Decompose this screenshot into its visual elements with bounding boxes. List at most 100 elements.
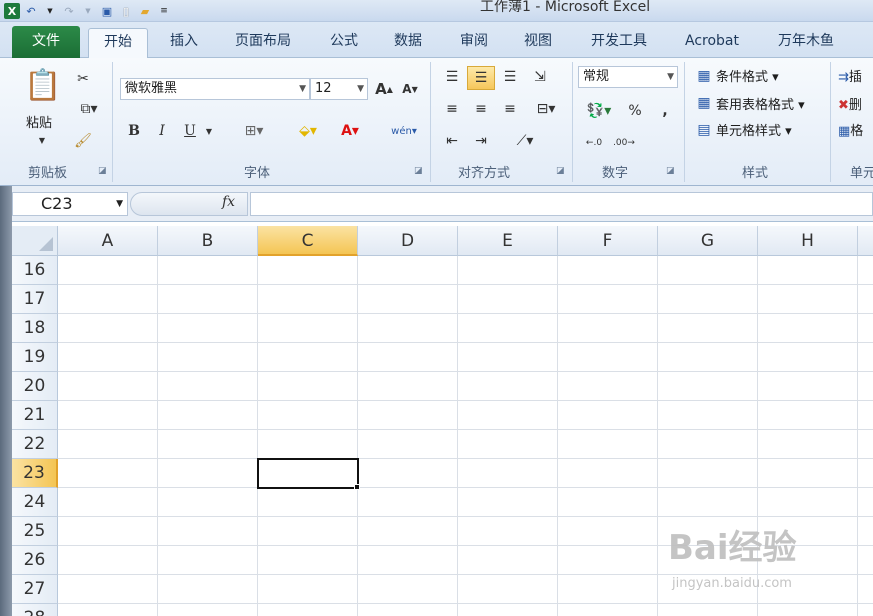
paste-button[interactable]: 粘贴 (26, 112, 52, 131)
row-header-22[interactable]: 22 (12, 430, 58, 459)
tab-view[interactable]: 视图 (510, 28, 566, 58)
row-header-24[interactable]: 24 (12, 488, 58, 517)
format-painter-icon[interactable]: 🖌 (72, 130, 94, 152)
excel-logo-icon[interactable]: X (4, 3, 20, 19)
column-header-f[interactable]: F (558, 226, 658, 256)
phonetic-label: wén (391, 125, 412, 137)
copy-icon[interactable]: ⧉▾ (72, 98, 106, 120)
wrap-text-icon[interactable]: ⇲ (528, 66, 552, 88)
row-header-20[interactable]: 20 (12, 372, 58, 401)
align-top-icon[interactable]: ☰ (440, 66, 464, 88)
grow-font-button[interactable]: A ▲ (374, 78, 394, 100)
align-right-icon[interactable]: ≡ (498, 98, 522, 120)
alignment-launcher-icon[interactable]: ◪ (556, 166, 565, 176)
insert-cells-button[interactable]: ⇉插 (838, 66, 862, 85)
customize-qat-icon[interactable]: ≡ (156, 3, 172, 19)
percent-style-button[interactable]: % (624, 100, 646, 122)
row-header-23[interactable]: 23 (12, 459, 58, 488)
column-header-c[interactable]: C (258, 226, 358, 256)
paste-icon[interactable]: 📋 (24, 66, 62, 104)
fill-handle[interactable] (354, 484, 360, 490)
save-icon[interactable]: ▣ (99, 3, 115, 19)
row-header-17[interactable]: 17 (12, 285, 58, 314)
number-launcher-icon[interactable]: ◪ (666, 166, 675, 176)
tab-wannian-muyu[interactable]: 万年木鱼 (764, 28, 848, 58)
increase-decimal-icon[interactable]: ←.0 (582, 132, 606, 154)
row-header-27[interactable]: 27 (12, 575, 58, 604)
tab-acrobat[interactable]: Acrobat (676, 28, 748, 58)
row-header-25[interactable]: 25 (12, 517, 58, 546)
undo-icon[interactable]: ↶ (23, 3, 39, 19)
cell-styles-icon[interactable]: ▤ (694, 120, 714, 140)
font-size-combo[interactable]: 12 ▼ (310, 78, 368, 100)
format-as-table-icon[interactable]: ▦ (694, 93, 714, 113)
row-header-26[interactable]: 26 (12, 546, 58, 575)
comma-style-button[interactable]: , (654, 100, 676, 122)
row-header-18[interactable]: 18 (12, 314, 58, 343)
align-middle-icon[interactable]: ☰ (467, 66, 495, 90)
bold-button[interactable]: B (124, 120, 144, 142)
insert-function-icon[interactable]: fx (222, 194, 235, 210)
row-header-21[interactable]: 21 (12, 401, 58, 430)
row-header-19[interactable]: 19 (12, 343, 58, 372)
column-header-partial[interactable] (858, 226, 873, 256)
name-box[interactable]: C23 ▼ (12, 192, 128, 216)
fill-color-icon[interactable]: ⬙▾ (290, 120, 326, 142)
row-header-16[interactable]: 16 (12, 256, 58, 285)
tab-insert[interactable]: 插入 (156, 28, 212, 58)
italic-button[interactable]: I (152, 120, 172, 142)
gridline-vertical (557, 256, 558, 616)
underline-button[interactable]: U (180, 120, 200, 142)
tab-file[interactable]: 文件 (12, 26, 80, 58)
conditional-format-button[interactable]: 条件格式 ▾ (716, 66, 779, 85)
new-document-icon[interactable]: ▯ (118, 3, 134, 19)
align-bottom-icon[interactable]: ☰ (498, 66, 522, 88)
font-name-combo[interactable]: 微软雅黑 ▼ (120, 78, 310, 100)
font-color-icon[interactable]: A▾ (332, 120, 368, 142)
borders-icon[interactable]: ⊞▾ (236, 120, 272, 142)
active-cell[interactable] (257, 458, 359, 489)
cut-icon[interactable]: ✂ (72, 68, 94, 90)
delete-cells-button[interactable]: ✖删 (838, 94, 862, 113)
row-header-28[interactable]: 28 (12, 604, 58, 616)
column-header-a[interactable]: A (58, 226, 158, 256)
number-format-combo[interactable]: 常规 ▼ (578, 66, 678, 88)
column-header-d[interactable]: D (358, 226, 458, 256)
tab-page-layout[interactable]: 页面布局 (222, 28, 304, 58)
format-cells-button[interactable]: ▦格 (838, 120, 863, 139)
tab-review[interactable]: 审阅 (446, 28, 502, 58)
column-header-b[interactable]: B (158, 226, 258, 256)
align-center-icon[interactable]: ≡ (469, 98, 493, 120)
column-header-e[interactable]: E (458, 226, 558, 256)
column-header-g[interactable]: G (658, 226, 758, 256)
accounting-format-icon[interactable]: 💱▾ (580, 100, 618, 122)
select-all-button[interactable] (12, 226, 58, 256)
font-launcher-icon[interactable]: ◪ (414, 166, 423, 176)
gridline-horizontal (58, 574, 873, 575)
format-as-table-button[interactable]: 套用表格格式 ▾ (716, 94, 805, 113)
open-folder-icon[interactable]: ▰ (137, 3, 153, 19)
align-left-icon[interactable]: ≡ (440, 98, 464, 120)
decrease-indent-icon[interactable]: ⇤ (440, 130, 464, 152)
increase-indent-icon[interactable]: ⇥ (469, 130, 493, 152)
column-header-h[interactable]: H (758, 226, 858, 256)
shrink-font-button[interactable]: A ▼ (400, 78, 420, 100)
paste-dropdown-icon[interactable]: ▼ (36, 134, 48, 146)
redo-dropdown-icon[interactable]: ▼ (80, 3, 96, 19)
tab-formulas[interactable]: 公式 (316, 28, 372, 58)
decrease-decimal-icon[interactable]: .00→ (612, 132, 636, 154)
cells-group-label: 单元 (850, 166, 873, 181)
tab-home[interactable]: 开始 (88, 28, 148, 58)
formula-input[interactable] (250, 192, 873, 216)
conditional-format-icon[interactable]: ▦ (694, 66, 714, 86)
merge-center-icon[interactable]: ⊟▾ (528, 98, 564, 120)
underline-dropdown-icon[interactable]: ▼ (202, 120, 216, 142)
cell-styles-button[interactable]: 单元格样式 ▾ (716, 120, 792, 139)
redo-icon[interactable]: ↷ (61, 3, 77, 19)
tab-data[interactable]: 数据 (380, 28, 436, 58)
orientation-icon[interactable]: ⟋▾ (508, 130, 542, 152)
undo-dropdown-icon[interactable]: ▼ (42, 3, 58, 19)
clipboard-launcher-icon[interactable]: ◪ (98, 166, 107, 176)
phonetic-guide-icon[interactable]: wén ▾ (384, 118, 424, 144)
tab-developer[interactable]: 开发工具 (578, 28, 660, 58)
